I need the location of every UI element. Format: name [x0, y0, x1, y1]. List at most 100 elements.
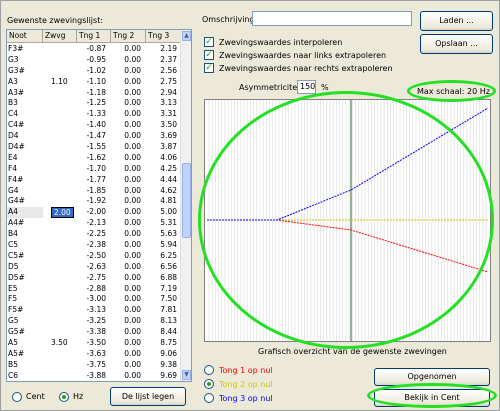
table-row[interactable]: D4# -1.55 0.00 3.87	[7, 142, 182, 153]
cell-zwvg[interactable]	[43, 109, 77, 120]
cell-zwvg[interactable]	[43, 284, 77, 295]
column-header-noot[interactable]: Noot	[7, 30, 43, 43]
cell-zwvg[interactable]: 2.00	[43, 207, 77, 219]
cell-zwvg[interactable]	[43, 371, 77, 381]
table-row[interactable]: D5# -2.75 0.00 6.88	[7, 273, 182, 284]
cell-zwvg[interactable]	[43, 240, 77, 251]
cell-zwvg[interactable]	[43, 55, 77, 66]
table-row[interactable]: E5 -2.88 0.00 7.19	[7, 284, 182, 295]
table-row[interactable]: F3# -0.87 0.00 2.19	[7, 44, 182, 55]
beat-table[interactable]: Noot Zwvg Tng 1 Tng 2 Tng 3 F3# -0.87 0.00…	[6, 29, 192, 382]
cell-zwvg[interactable]: 1.10	[43, 77, 77, 88]
cell-tng2: 0.00	[124, 131, 141, 141]
cell-zwvg[interactable]	[43, 305, 77, 316]
cell-zwvg[interactable]	[43, 196, 77, 207]
cell-noot: A4	[7, 207, 43, 219]
table-row[interactable]: G5 -3.25 0.00 8.13	[7, 316, 182, 327]
cell-zwvg[interactable]	[43, 349, 77, 360]
cell-zwvg[interactable]	[43, 164, 77, 175]
radio-tong1[interactable]	[204, 365, 214, 375]
cell-zwvg[interactable]	[43, 218, 77, 229]
table-row[interactable]: A5 3.50 -3.50 0.00 8.75	[7, 338, 182, 349]
extrapolate-right-checkbox[interactable]: ✓	[204, 63, 214, 73]
description-input[interactable]	[252, 11, 412, 26]
cell-zwvg[interactable]	[43, 251, 77, 262]
cell-tng3: 9.38	[160, 359, 177, 369]
beat-edit-field[interactable]: 2.00	[51, 207, 74, 219]
column-header-tng2[interactable]: Tng 2	[111, 30, 146, 43]
table-row[interactable]: A5# -3.63 0.00 9.06	[7, 349, 182, 360]
cell-zwvg[interactable]	[43, 98, 77, 109]
cell-zwvg[interactable]	[43, 186, 77, 197]
cell-zwvg[interactable]	[43, 229, 77, 240]
scroll-up-icon[interactable]: ▲	[182, 31, 191, 41]
table-scrollbar[interactable]: ▲ ▼	[180, 30, 191, 381]
radio-hz[interactable]	[59, 392, 69, 402]
cell-zwvg[interactable]	[43, 142, 77, 153]
cell-zwvg[interactable]	[43, 153, 77, 164]
cell-zwvg[interactable]	[43, 360, 77, 371]
radio-tong3[interactable]	[204, 393, 214, 403]
table-row[interactable]: F4 -1.70 0.00 4.25	[7, 164, 182, 175]
clear-list-button[interactable]: De lijst legen	[110, 387, 186, 406]
save-button[interactable]: Opslaan ...	[420, 34, 493, 54]
extrapolate-left-checkbox[interactable]: ✓	[204, 50, 214, 60]
interpolate-checkbox[interactable]: ✓	[204, 37, 214, 47]
table-row[interactable]: G4# -1.92 0.00 4.81	[7, 196, 182, 207]
scrollbar-thumb[interactable]	[182, 163, 191, 238]
table-row[interactable]: G4 -1.85 0.00 4.62	[7, 186, 182, 197]
cell-zwvg[interactable]	[43, 294, 77, 305]
table-row[interactable]: F5 -3.00 0.00 7.50	[7, 294, 182, 305]
table-row[interactable]: D5 -2.63 0.00 6.56	[7, 262, 182, 273]
radio-tong2[interactable]	[204, 379, 214, 389]
cell-zwvg[interactable]	[43, 175, 77, 186]
table-row[interactable]: C6 -3.88 0.00 9.69	[7, 371, 182, 381]
table-row[interactable]: A4 2.00 -2.00 0.00 5.00	[7, 207, 182, 219]
cell-tng3: 2.37	[160, 54, 177, 64]
table-row[interactable]: B4 -2.25 0.00 5.63	[7, 229, 182, 240]
cell-tng3: 6.88	[160, 272, 177, 282]
cell-zwvg[interactable]	[43, 262, 77, 273]
cell-zwvg[interactable]	[43, 131, 77, 142]
table-row[interactable]: A4# -2.13 0.00 5.31	[7, 218, 182, 229]
table-row[interactable]: D4 -1.47 0.00 3.69	[7, 131, 182, 142]
column-header-tng3[interactable]: Tng 3	[146, 30, 182, 43]
table-row[interactable]: G3 -0.95 0.00 2.37	[7, 55, 182, 66]
cell-zwvg[interactable]	[43, 316, 77, 327]
column-header-zwvg[interactable]: Zwvg	[43, 30, 77, 43]
table-row[interactable]: C4 -1.33 0.00 3.31	[7, 109, 182, 120]
cell-zwvg[interactable]	[43, 120, 77, 131]
table-row[interactable]: C5# -2.50 0.00 6.25	[7, 251, 182, 262]
table-row[interactable]: B5 -3.75 0.00 9.38	[7, 360, 182, 371]
cell-tng1: -3.25	[86, 316, 106, 326]
cell-tng2: 0.00	[124, 65, 141, 75]
cell-zwvg[interactable]: 3.50	[43, 338, 77, 349]
cell-tng2: 0.00	[124, 54, 141, 64]
cell-zwvg[interactable]	[43, 273, 77, 284]
cell-zwvg[interactable]	[43, 88, 77, 99]
asymmetry-input[interactable]: 150	[297, 80, 316, 94]
table-row[interactable]: A3 1.10 -1.10 0.00 2.75	[7, 77, 182, 88]
cell-noot: F3#	[8, 44, 24, 53]
cell-zwvg[interactable]	[43, 66, 77, 77]
radio-cent[interactable]	[12, 392, 22, 402]
table-row[interactable]: B3 -1.25 0.00 3.13	[7, 98, 182, 109]
cell-noot: G5#	[8, 327, 25, 337]
cell-tng1: -1.18	[86, 87, 106, 97]
table-row[interactable]: A3# -1.18 0.00 2.94	[7, 88, 182, 99]
cell-tng2: 0.00	[124, 348, 141, 358]
cell-zwvg[interactable]	[43, 327, 77, 338]
table-row[interactable]: F5# -3.13 0.00 7.81	[7, 305, 182, 316]
table-row[interactable]: G5# -3.38 0.00 8.44	[7, 327, 182, 338]
table-row[interactable]: C4# -1.40 0.00 3.50	[7, 120, 182, 131]
load-button[interactable]: Laden ...	[420, 11, 493, 31]
cell-zwvg[interactable]	[43, 44, 77, 55]
table-row[interactable]: G3# -1.02 0.00 2.56	[7, 66, 182, 77]
table-row[interactable]: C5 -2.38 0.00 5.94	[7, 240, 182, 251]
column-header-tng1[interactable]: Tng 1	[77, 30, 111, 43]
table-row[interactable]: E4 -1.62 0.00 4.06	[7, 153, 182, 164]
scroll-down-icon[interactable]: ▼	[182, 370, 191, 380]
table-row[interactable]: F4# -1.77 0.00 4.44	[7, 175, 182, 186]
view-in-cent-button[interactable]: Bekijk in Cent	[374, 389, 490, 407]
record-button[interactable]: Opgenomen	[374, 368, 490, 386]
